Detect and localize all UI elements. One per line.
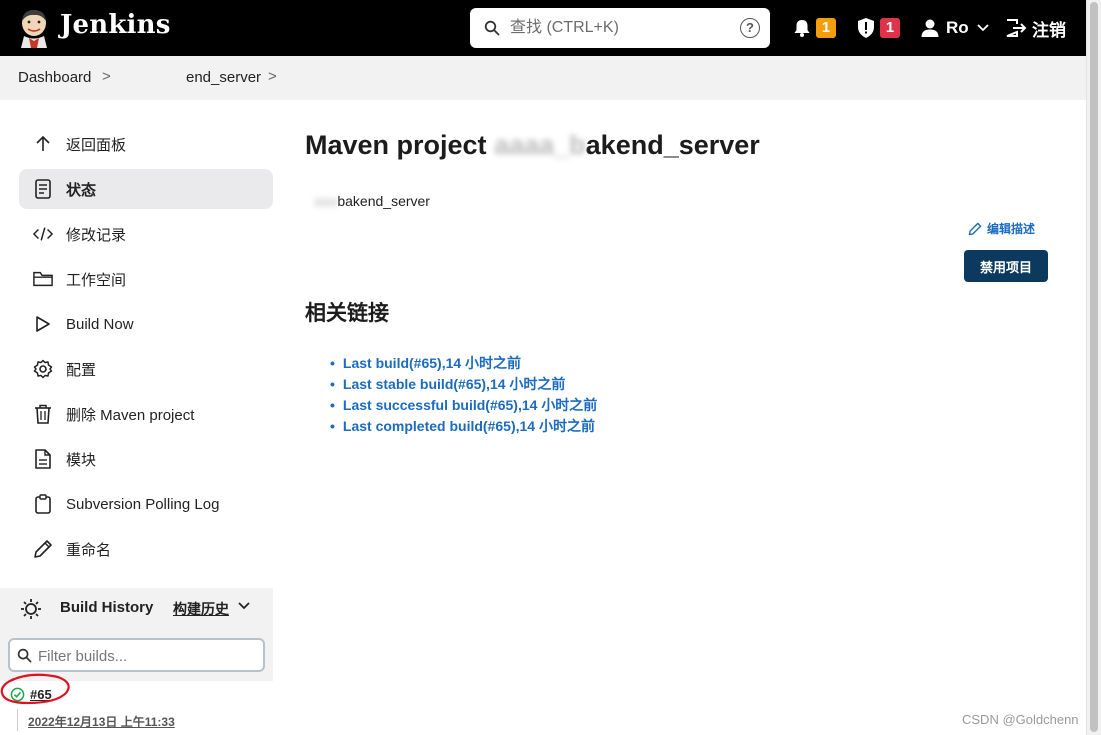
code-icon (33, 224, 53, 244)
sidebar-item-label: 删除 Maven project (66, 406, 195, 424)
brand-name[interactable]: Jenkins (60, 10, 171, 40)
sidebar-item-modules[interactable]: 模块 (19, 439, 273, 479)
logout-icon (1006, 19, 1027, 37)
build-row: #65 2022年12月13日 上午11:33 (0, 673, 273, 735)
sidebar-item-label: 返回面板 (66, 136, 127, 154)
pencil-icon (33, 539, 53, 559)
document-icon (33, 179, 53, 199)
user-menu[interactable]: Ro (920, 15, 989, 41)
chevron-down-icon[interactable] (238, 602, 250, 610)
search-input[interactable] (510, 16, 730, 40)
description-text: bakend_server (337, 193, 430, 209)
link-last-completed-build[interactable]: Last completed build(#65),14 小时之前 (330, 415, 597, 436)
link-last-successful-build[interactable]: Last successful build(#65),14 小时之前 (330, 394, 597, 415)
related-links-heading: 相关链接 (305, 302, 389, 325)
breadcrumb-dashboard[interactable]: Dashboard (18, 69, 91, 86)
notifications-button[interactable]: 1 (792, 15, 836, 41)
chevron-down-icon (977, 24, 989, 32)
watermark: CSDN @Goldchenn (962, 712, 1079, 727)
sidebar-item-workspace[interactable]: 工作空间 (19, 259, 273, 299)
vertical-scrollbar[interactable] (1086, 0, 1101, 735)
clipboard-icon (33, 494, 53, 514)
search-icon (17, 648, 32, 663)
filter-builds-input[interactable] (38, 646, 253, 666)
title-redacted: aaaa_b (494, 130, 586, 160)
user-name: Ro (946, 18, 969, 37)
link-last-build[interactable]: Last build(#65),14 小时之前 (330, 352, 597, 373)
search-icon (484, 20, 500, 36)
sidebar-item-back-to-dashboard[interactable]: 返回面板 (19, 124, 273, 164)
bell-icon (794, 20, 810, 37)
security-badge: 1 (880, 18, 900, 38)
description-redacted: aaa (314, 193, 338, 209)
play-icon (33, 314, 53, 334)
shield-icon (858, 18, 874, 38)
breadcrumb-project[interactable]: end_server (186, 69, 261, 86)
sidebar-item-label: 模块 (66, 451, 97, 469)
title-suffix: akend_server (585, 130, 760, 160)
security-button[interactable]: 1 (856, 15, 900, 41)
build-date-link[interactable]: 2022年12月13日 上午11:33 (28, 713, 175, 730)
notifications-badge: 1 (816, 18, 836, 38)
help-icon[interactable]: ? (740, 18, 760, 38)
build-history-panel: Build History 构建历史 #65 2022年12月13日 上午11:… (0, 588, 273, 735)
sidebar-item-label: Subversion Polling Log (66, 495, 220, 513)
sidebar-item-label: 状态 (66, 181, 97, 199)
sidebar-item-delete-project[interactable]: 删除 Maven project (19, 394, 273, 434)
disable-project-button[interactable]: 禁用项目 (964, 250, 1048, 282)
build-history-icon (21, 599, 41, 619)
breadcrumb-separator: > (102, 68, 111, 85)
title-prefix: Maven project (305, 130, 487, 160)
user-icon (921, 19, 939, 37)
file-icon (33, 449, 53, 469)
logout-label: 注销 (1032, 20, 1066, 40)
sidebar-item-changes[interactable]: 修改记录 (19, 214, 273, 254)
sidebar-item-rename[interactable]: 重命名 (19, 529, 273, 569)
scrollbar-thumb[interactable] (1090, 2, 1098, 732)
breadcrumb-separator[interactable]: > (268, 68, 277, 85)
sidebar-item-label: 修改记录 (66, 226, 127, 244)
top-header: Jenkins ? 1 1 Ro (0, 0, 1086, 56)
sidebar-item-label: 重命名 (66, 541, 112, 559)
trash-icon (33, 404, 53, 424)
edit-description-link[interactable]: 编辑描述 (968, 220, 1035, 237)
arrow-up-icon (33, 134, 53, 154)
sidebar-item-status[interactable]: 状态 (19, 169, 273, 209)
link-last-stable-build[interactable]: Last stable build(#65),14 小时之前 (330, 373, 597, 394)
build-history-title: Build History (60, 599, 154, 616)
page-title: Maven project aaaa_bakend_server (305, 130, 760, 161)
pencil-icon (968, 222, 982, 235)
build-trend-link[interactable]: 构建历史 (173, 599, 229, 619)
sidebar-item-label: Build Now (66, 315, 134, 333)
search-box[interactable]: ? (470, 8, 770, 48)
sidebar-item-label: 配置 (66, 361, 97, 379)
filter-builds-box[interactable] (8, 638, 265, 672)
sidebar-item-label: 工作空间 (66, 271, 127, 289)
project-description: aaabakend_server (314, 193, 430, 209)
sidebar-item-build-now[interactable]: Build Now (19, 304, 273, 344)
build-timeline-line (17, 709, 18, 731)
red-circle-annotation (0, 673, 70, 705)
gear-icon (33, 359, 53, 379)
breadcrumb: Dashboard > end_server > (0, 56, 1086, 100)
logout-button[interactable]: 注销 (1005, 15, 1066, 41)
sidebar-item-polling-log[interactable]: Subversion Polling Log (19, 484, 273, 524)
sidebar-item-configure[interactable]: 配置 (19, 349, 273, 389)
edit-description-label: 编辑描述 (987, 222, 1036, 236)
folder-icon (33, 269, 53, 289)
related-links-list: Last build(#65),14 小时之前 Last stable buil… (330, 352, 597, 436)
jenkins-logo-icon[interactable] (17, 8, 51, 48)
